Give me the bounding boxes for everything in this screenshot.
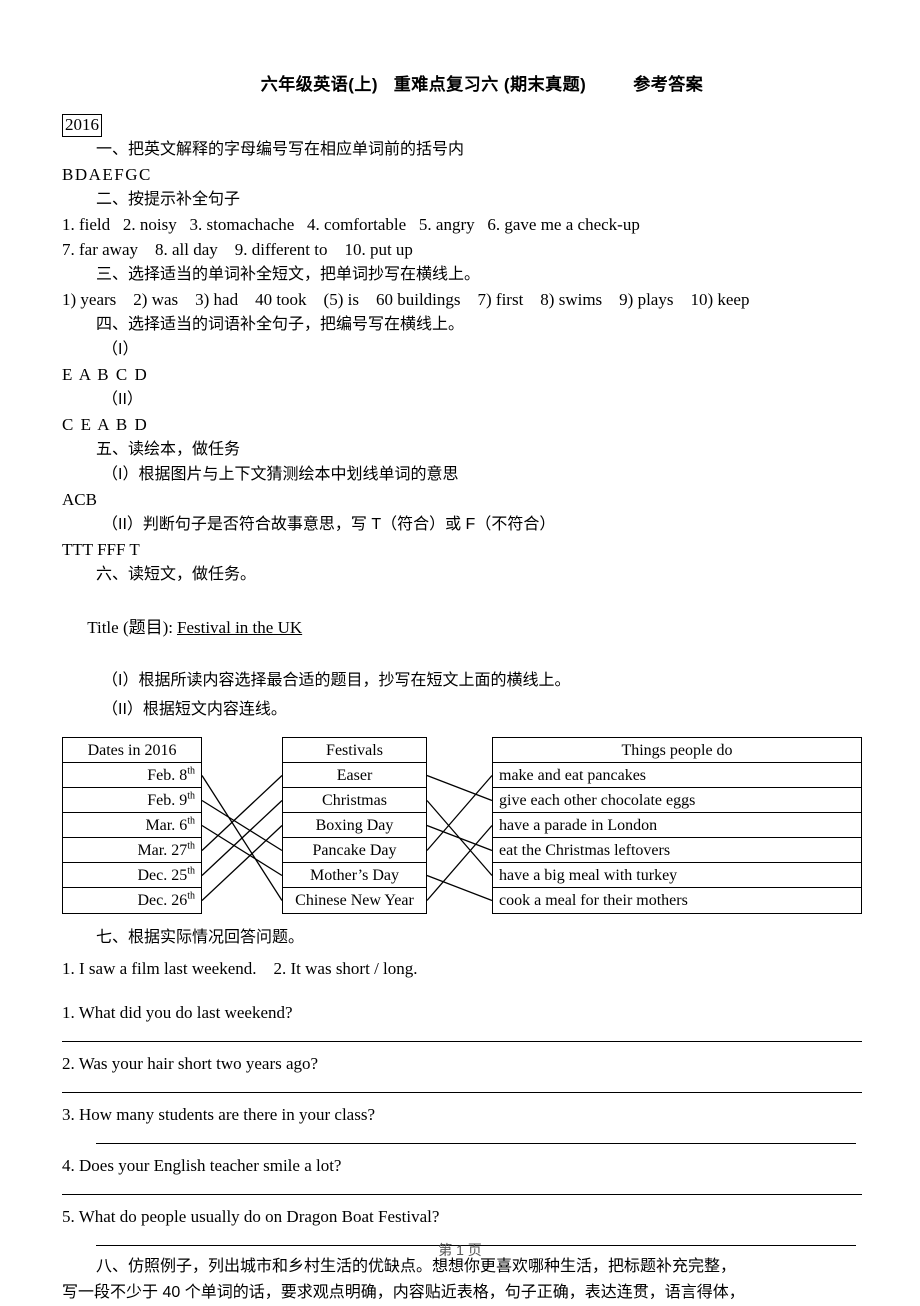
- dates-table: Dates in 2016 Feb. 8th Feb. 9th Mar. 6th…: [62, 737, 202, 914]
- things-table: Things people do make and eat pancakes g…: [492, 737, 862, 914]
- festivals-cell-5: Chinese New Year: [295, 892, 414, 909]
- year-box-row: 2016: [62, 98, 862, 137]
- things-cell-5: cook a meal for their mothers: [499, 892, 688, 909]
- section-6-heading: 六、读短文，做任务。: [96, 566, 257, 583]
- reading-title-label: Title (题目):: [87, 618, 173, 637]
- dates-cell-4: Dec. 25th: [63, 863, 201, 888]
- section-5-part-2-label: （II）判断句子是否符合故事意思，写 T（符合）或 F（不符合）: [102, 516, 556, 533]
- section-4-part-2-label: （II）: [102, 391, 143, 408]
- things-cell-2: have a parade in London: [493, 813, 861, 838]
- section-4-part-1-label: （I）: [102, 341, 139, 358]
- section-8-paragraph: 八、仿照例子，列出城市和乡村生活的优缺点。想想你更喜欢哪种生活，把标题补充完整，…: [62, 1254, 862, 1306]
- dates-cell-3: Mar. 27th: [63, 838, 201, 863]
- dates-cell-2: Mar. 6th: [63, 813, 201, 838]
- section-2-heading: 二、按提示补全句子: [96, 191, 241, 208]
- section-8-line-2: 写一段不少于 40 个单词的话，要求观点明确，内容贴近表格，句子正确，表达连贯，…: [62, 1284, 745, 1301]
- festivals-table: Festivals Easer Christmas Boxing Day Pan…: [282, 737, 427, 914]
- section-4-part-1-answer: E A B C D: [62, 365, 149, 384]
- festivals-cell-0: Easer: [283, 763, 426, 788]
- section-5-part-1-answer: ACB: [62, 490, 97, 509]
- question-3: 3. How many students are there in your c…: [62, 1105, 375, 1124]
- section-1-heading: 一、把英文解释的字母编号写在相应单词前的括号内: [96, 141, 465, 158]
- section-2-answer-line-2: 7. far away 8. all day 9. different to 1…: [62, 240, 413, 259]
- section-2-answer-line-1: 1. field 2. noisy 3. stomachache 4. comf…: [62, 215, 640, 234]
- things-cell-4: have a big meal with turkey: [493, 863, 861, 888]
- section-3-heading: 三、选择适当的单词补全短文，把单词抄写在横线上。: [96, 266, 481, 283]
- section-4-part-2-answer: C E A B D: [62, 415, 149, 434]
- section-7-heading: 七、根据实际情况回答问题。: [96, 929, 305, 946]
- question-4: 4. Does your English teacher smile a lot…: [62, 1156, 342, 1175]
- reading-title-value: Festival in the UK: [177, 618, 303, 637]
- section-5-part-2-answer: TTT FFF T: [62, 540, 140, 559]
- festivals-cell-2: Boxing Day: [283, 813, 426, 838]
- document-body: 六年级英语(上) 重难点复习六 (期末真题) 参考答案 2016 一、把英文解释…: [62, 72, 862, 1306]
- question-2: 2. Was your hair short two years ago?: [62, 1054, 319, 1073]
- document-page: 六年级英语(上) 重难点复习六 (期末真题) 参考答案 2016 一、把英文解释…: [0, 0, 920, 1302]
- question-5: 5. What do people usually do on Dragon B…: [62, 1207, 440, 1226]
- section-3-answer: 1) years 2) was 3) had 40 took (5) is 60…: [62, 290, 750, 309]
- question-1: 1. What did you do last weekend?: [62, 1003, 293, 1022]
- dates-table-header: Dates in 2016: [63, 738, 201, 763]
- things-cell-1: give each other chocolate eggs: [493, 788, 861, 813]
- section-6-part-1-label: （I）根据所读内容选择最合适的题目，抄写在短文上面的横线上。: [102, 672, 571, 689]
- page-title: 六年级英语(上) 重难点复习六 (期末真题) 参考答案: [260, 75, 704, 94]
- section-7-sample-answer: 1. I saw a film last weekend. 2. It was …: [62, 959, 418, 978]
- dates-cell-5: Dec. 26th: [137, 890, 195, 909]
- answer-rule-4: [62, 1194, 862, 1195]
- festivals-cell-3: Pancake Day: [283, 838, 426, 863]
- answer-rule-3: [96, 1143, 856, 1144]
- festivals-cell-1: Christmas: [283, 788, 426, 813]
- section-4-heading: 四、选择适当的词语补全句子，把编号写在横线上。: [96, 316, 465, 333]
- page-footer: 第 1 页: [438, 1242, 482, 1258]
- dates-cell-1: Feb. 9th: [63, 788, 201, 813]
- section-5-part-1-label: （I）根据图片与上下文猜测绘本中划线单词的意思: [102, 466, 459, 483]
- things-cell-0: make and eat pancakes: [493, 763, 861, 788]
- festivals-cell-4: Mother’s Day: [283, 863, 426, 888]
- things-table-header: Things people do: [493, 738, 861, 763]
- things-cell-3: eat the Christmas leftovers: [493, 838, 861, 863]
- dates-cell-0: Feb. 8th: [63, 763, 201, 788]
- reading-title-row: Title (题目): Festival in the UK: [62, 587, 862, 668]
- section-6-part-2-label: （II）根据短文内容连线。: [102, 701, 287, 718]
- year-box: 2016: [62, 114, 102, 137]
- answer-rule-2: [62, 1092, 862, 1093]
- festivals-table-header: Festivals: [283, 738, 426, 763]
- section-1-answer: BDAEFGC: [62, 165, 152, 184]
- section-5-heading: 五、读绘本，做任务: [96, 441, 241, 458]
- matching-exercise: Dates in 2016 Feb. 8th Feb. 9th Mar. 6th…: [62, 737, 862, 919]
- answer-rule-1: [62, 1041, 862, 1042]
